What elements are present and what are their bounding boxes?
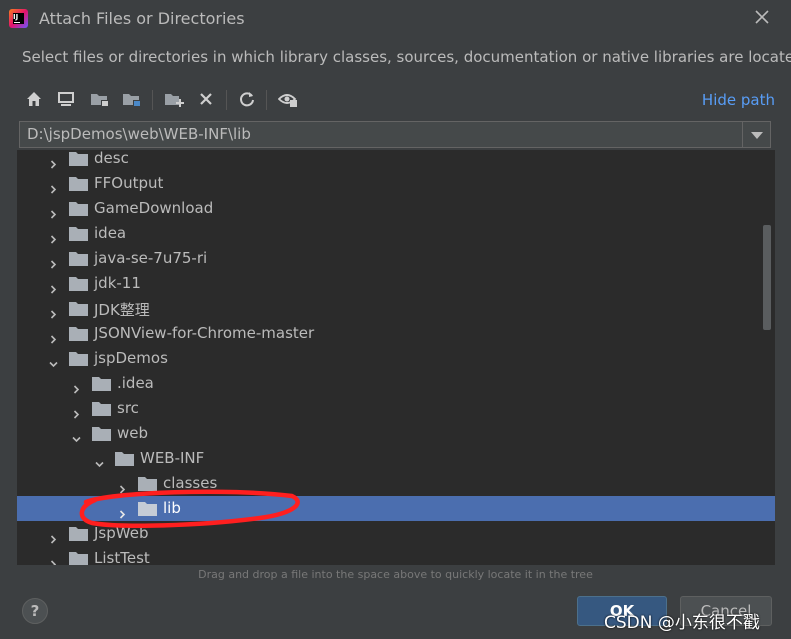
new-folder-icon[interactable] [162, 86, 186, 112]
toolbar-separator [266, 90, 267, 110]
folder-icon [138, 501, 157, 516]
close-icon[interactable] [753, 8, 771, 26]
tree-row[interactable]: jdk-11 [17, 271, 775, 296]
tree-item-label: FFOutput [94, 174, 164, 192]
chevron-right-icon[interactable] [49, 254, 58, 269]
project-folder-icon[interactable] [88, 86, 112, 112]
path-field[interactable]: D:\jspDemos\web\WEB-INF\lib [19, 121, 771, 148]
tree-item-label: JDK整理 [94, 301, 150, 319]
show-hidden-icon[interactable] [276, 86, 300, 112]
path-value[interactable]: D:\jspDemos\web\WEB-INF\lib [27, 125, 251, 143]
folder-icon [69, 201, 88, 216]
folder-icon [69, 176, 88, 191]
tree-item-label: ListTest [94, 549, 150, 565]
folder-icon [138, 476, 157, 491]
chevron-right-icon[interactable] [49, 279, 58, 294]
tree-item-label: JspWeb [94, 524, 149, 542]
tree-row[interactable]: lib [17, 496, 775, 521]
tree-row[interactable]: jspDemos [17, 346, 775, 371]
tree-item-label: JSONView-for-Chrome-master [94, 324, 315, 342]
tree-row[interactable]: java-se-7u75-ri [17, 246, 775, 271]
drag-drop-hint: Drag and drop a file into the space abov… [198, 568, 593, 581]
home-icon[interactable] [22, 86, 46, 112]
help-button[interactable]: ? [22, 598, 48, 624]
csdn-watermark: CSDN @小东很不戳 [604, 613, 760, 633]
tree-item-label: lib [163, 499, 181, 517]
desktop-icon[interactable] [54, 86, 78, 112]
folder-icon [92, 401, 111, 416]
folder-icon [69, 301, 88, 316]
folder-icon [69, 351, 88, 366]
tree-item-label: java-se-7u75-ri [94, 249, 208, 267]
dialog-title: Attach Files or Directories [39, 9, 245, 28]
tree-row[interactable]: idea [17, 221, 775, 246]
path-history-dropdown-icon[interactable] [742, 122, 770, 147]
folder-icon [69, 226, 88, 241]
dialog-description: Select files or directories in which lib… [22, 48, 791, 66]
tree-row[interactable]: desc [17, 150, 775, 171]
chevron-right-icon[interactable] [49, 554, 58, 565]
tree-item-label: idea [94, 224, 127, 242]
folder-icon [92, 376, 111, 391]
tree-row[interactable]: ListTest [17, 546, 775, 565]
tree-row[interactable]: WEB-INF [17, 446, 775, 471]
chevron-right-icon[interactable] [49, 154, 58, 169]
chevron-right-icon[interactable] [49, 329, 58, 344]
tree-item-label: GameDownload [94, 199, 214, 217]
tree-row[interactable]: .idea [17, 371, 775, 396]
file-tree[interactable]: desc FFOutput GameDownload idea java-se-7u75… [17, 150, 775, 565]
toolbar-separator [152, 90, 153, 110]
chevron-down-icon[interactable] [49, 354, 58, 368]
chevron-right-icon[interactable] [49, 229, 58, 244]
chevron-right-icon[interactable] [72, 379, 81, 394]
chevron-down-icon[interactable] [72, 429, 81, 443]
folder-icon [69, 326, 88, 341]
tree-row[interactable]: src [17, 396, 775, 421]
chevron-right-icon[interactable] [118, 504, 127, 519]
tree-row[interactable]: JspWeb [17, 521, 775, 546]
folder-icon [69, 251, 88, 266]
tree-item-label: WEB-INF [140, 449, 205, 467]
tree-item-label: .idea [117, 374, 154, 392]
tree-row[interactable]: classes [17, 471, 775, 496]
tree-item-label: web [117, 424, 149, 442]
chevron-right-icon[interactable] [49, 204, 58, 219]
refresh-icon[interactable] [235, 86, 259, 112]
chevron-right-icon[interactable] [49, 529, 58, 544]
chevron-right-icon[interactable] [118, 479, 127, 494]
hide-path-link[interactable]: Hide path [702, 91, 775, 109]
tree-row[interactable]: JDK整理 [17, 296, 775, 321]
tree-row[interactable]: GameDownload [17, 196, 775, 221]
tree-item-label: jspDemos [94, 349, 168, 367]
tree-item-label: desc [94, 150, 129, 167]
tree-scrollbar[interactable] [763, 225, 771, 330]
folder-icon [92, 426, 111, 441]
tree-row[interactable]: web [17, 421, 775, 446]
title-bar: IJ Attach Files or Directories [0, 0, 791, 38]
file-chooser-toolbar [22, 86, 782, 114]
chevron-down-icon[interactable] [95, 454, 104, 468]
chevron-right-icon[interactable] [49, 304, 58, 319]
folder-icon [69, 526, 88, 541]
tree-item-label: jdk-11 [94, 274, 141, 292]
chevron-right-icon[interactable] [49, 179, 58, 194]
delete-icon[interactable] [194, 86, 218, 112]
module-folder-icon[interactable] [120, 86, 144, 112]
tree-row[interactable]: JSONView-for-Chrome-master [17, 321, 775, 346]
tree-row[interactable]: FFOutput [17, 171, 775, 196]
folder-icon [115, 451, 134, 466]
intellij-app-icon: IJ [9, 9, 28, 28]
chevron-right-icon[interactable] [72, 404, 81, 419]
folder-icon [69, 151, 88, 166]
tree-item-label: src [117, 399, 139, 417]
folder-icon [69, 551, 88, 565]
folder-icon [69, 276, 88, 291]
tree-item-label: classes [163, 474, 218, 492]
toolbar-separator [226, 90, 227, 110]
